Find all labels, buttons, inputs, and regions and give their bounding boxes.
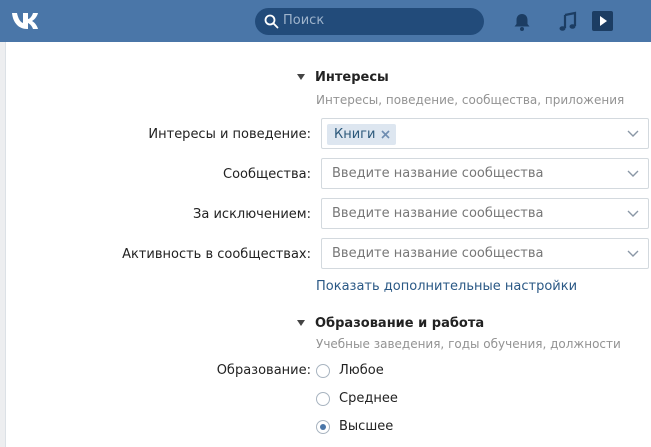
- selected-tag: Книги: [327, 124, 397, 145]
- activity-placeholder: Введите название сообщества: [332, 246, 544, 261]
- radio-higher-label[interactable]: Высшее: [339, 419, 393, 434]
- collapse-triangle-icon[interactable]: [297, 74, 305, 80]
- exclude-label: За исключением:: [193, 207, 311, 222]
- exclude-placeholder: Введите название сообщества: [332, 206, 544, 221]
- radio-secondary[interactable]: [316, 392, 330, 406]
- search-placeholder: Поиск: [283, 13, 325, 28]
- chevron-down-icon[interactable]: [627, 170, 639, 178]
- search-input[interactable]: Поиск: [255, 8, 484, 35]
- communities-placeholder: Введите название сообщества: [332, 166, 544, 181]
- chevron-down-icon[interactable]: [627, 130, 639, 138]
- communities-label: Сообщества:: [223, 167, 311, 182]
- show-more-settings-link[interactable]: Показать дополнительные настройки: [316, 279, 577, 294]
- radio-higher[interactable]: [316, 420, 330, 434]
- chevron-down-icon[interactable]: [627, 210, 639, 218]
- community-activity-label: Активность в сообществах:: [122, 247, 311, 262]
- radio-any-label[interactable]: Любое: [339, 363, 384, 378]
- collapse-triangle-icon[interactable]: [297, 320, 305, 326]
- play-icon[interactable]: [590, 10, 614, 32]
- radio-secondary-label[interactable]: Среднее: [339, 391, 398, 406]
- communities-field[interactable]: Введите название сообщества: [321, 158, 649, 189]
- education-subtitle: Учебные заведения, годы обучения, должно…: [316, 337, 621, 351]
- interests-subtitle: Интересы, поведение, сообщества, приложе…: [316, 93, 625, 107]
- search-icon: [264, 14, 279, 29]
- chevron-down-icon[interactable]: [627, 250, 639, 258]
- music-icon[interactable]: [557, 11, 579, 33]
- interests-title[interactable]: Интересы: [315, 70, 389, 85]
- interests-behavior-field[interactable]: Книги: [321, 118, 649, 149]
- bell-icon[interactable]: [512, 12, 532, 32]
- interests-behavior-label: Интересы и поведение:: [148, 127, 311, 142]
- community-activity-field[interactable]: Введите название сообщества: [321, 238, 649, 269]
- radio-any[interactable]: [316, 364, 330, 378]
- main-content: Интересы Интересы, поведение, сообщества…: [5, 42, 651, 447]
- education-label: Образование:: [216, 363, 311, 378]
- education-title[interactable]: Образование и работа: [315, 316, 484, 331]
- tag-label: Книги: [334, 127, 376, 142]
- top-bar: Поиск: [0, 0, 651, 42]
- remove-tag-icon[interactable]: [381, 130, 391, 139]
- vk-logo-icon[interactable]: [10, 9, 46, 33]
- exclude-communities-field[interactable]: Введите название сообщества: [321, 198, 649, 229]
